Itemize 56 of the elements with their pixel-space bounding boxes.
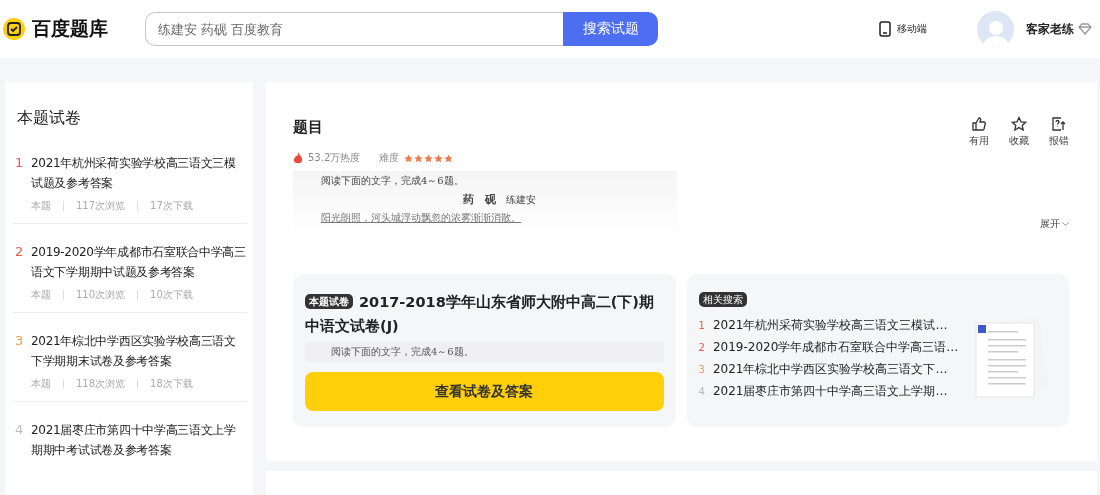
heat-count: 53.2万热度 — [308, 151, 361, 165]
related-link[interactable]: 2 2019-2020学年成都市石室联合中学高三语… — [698, 339, 959, 356]
rank-number: 1 — [14, 154, 25, 172]
star-icon — [434, 153, 444, 163]
logo-icon — [2, 17, 26, 41]
paper-link[interactable]: 2021年棕北中学西区实验学校高三语文下学期期末试卷及参考答案 — [31, 331, 247, 371]
action-button[interactable]: 报错 — [1049, 116, 1069, 148]
action-button[interactable]: 有用 — [969, 116, 989, 148]
related-link[interactable]: 4 2021届枣庄市第四十中学高三语文上学期… — [698, 383, 959, 400]
paper-link[interactable]: 2021届枣庄市第四十中学高三语文上学期期中考试试卷及参考答案 — [31, 420, 247, 460]
action-button[interactable]: 收藏 — [1009, 116, 1029, 148]
paper-meta: 18次下载 — [150, 377, 193, 391]
paper-meta: 117次浏览 — [76, 199, 126, 213]
chevron-down-icon — [1062, 221, 1069, 227]
star-icon — [404, 153, 414, 163]
related-link[interactable]: 1 2021年杭州采荷实验学校高三语文三模试… — [698, 317, 959, 334]
logo-text[interactable]: 百度题库 — [32, 16, 108, 42]
avatar[interactable] — [977, 10, 1014, 48]
star-icon — [414, 153, 424, 163]
search-field[interactable]: 练建安 药砚 百度教育 — [145, 12, 563, 46]
phone-icon — [879, 21, 891, 37]
document-author: 练建安 — [505, 193, 536, 207]
related-tag: 相关搜索 — [698, 292, 747, 307]
document-text: 阅读下面的文字，完成4～6题。 — [321, 174, 465, 188]
search-button[interactable]: 搜索试题 — [563, 12, 658, 46]
document-text: 阳光朗照，河头城浮动飘忽的浓雾渐渐消散。 — [321, 212, 521, 223]
view-paper-button[interactable]: 查看试卷及答案 — [305, 372, 664, 411]
paper-meta: 110次浏览 — [76, 288, 126, 302]
paper-title[interactable]: $^{本题试卷}$ 2017-2018学年山东省师大附中高二(下)期中语文试卷(J) — [305, 290, 664, 338]
report-icon — [1051, 116, 1067, 132]
paper-meta: 本题 — [31, 288, 51, 302]
paper-meta: 10次下载 — [150, 288, 193, 302]
star-icon — [444, 153, 454, 163]
rank-number: 3 — [14, 332, 25, 350]
question-title: 题目 — [293, 118, 324, 137]
star-icon — [1011, 116, 1027, 132]
user-name[interactable]: 客家老练 — [1026, 20, 1074, 38]
difficulty-label: 难度 — [379, 151, 400, 165]
related-link[interactable]: 3 2021年棕北中学西区实验学校高三语文下… — [698, 361, 959, 378]
rank-number: 4 — [14, 421, 25, 439]
paper-snippet: 阅读下面的文字，完成4～6题。 — [305, 342, 664, 362]
sidebar-title: 本题试卷 — [16, 108, 82, 129]
paper-meta: 118次浏览 — [76, 377, 126, 391]
document-heading: 药 砚 — [462, 192, 496, 207]
expand-link[interactable]: 展开 — [1040, 217, 1069, 231]
diamond-icon — [1078, 23, 1092, 35]
thumbs-up-icon — [971, 116, 987, 132]
flame-icon — [293, 152, 303, 164]
star-icon — [424, 153, 434, 163]
rank-number: 2 — [14, 243, 25, 261]
paper-meta: 17次下载 — [150, 199, 193, 213]
paper-meta: 本题 — [31, 377, 51, 391]
paper-meta: 本题 — [31, 199, 51, 213]
mobile-link[interactable]: 移动端 — [879, 21, 927, 37]
paper-link[interactable]: 2019-2020学年成都市石室联合中学高三语文下学期期中试题及参考答案 — [31, 242, 247, 282]
paper-link[interactable]: 2021年杭州采荷实验学校高三语文三模试题及参考答案 — [31, 153, 247, 193]
